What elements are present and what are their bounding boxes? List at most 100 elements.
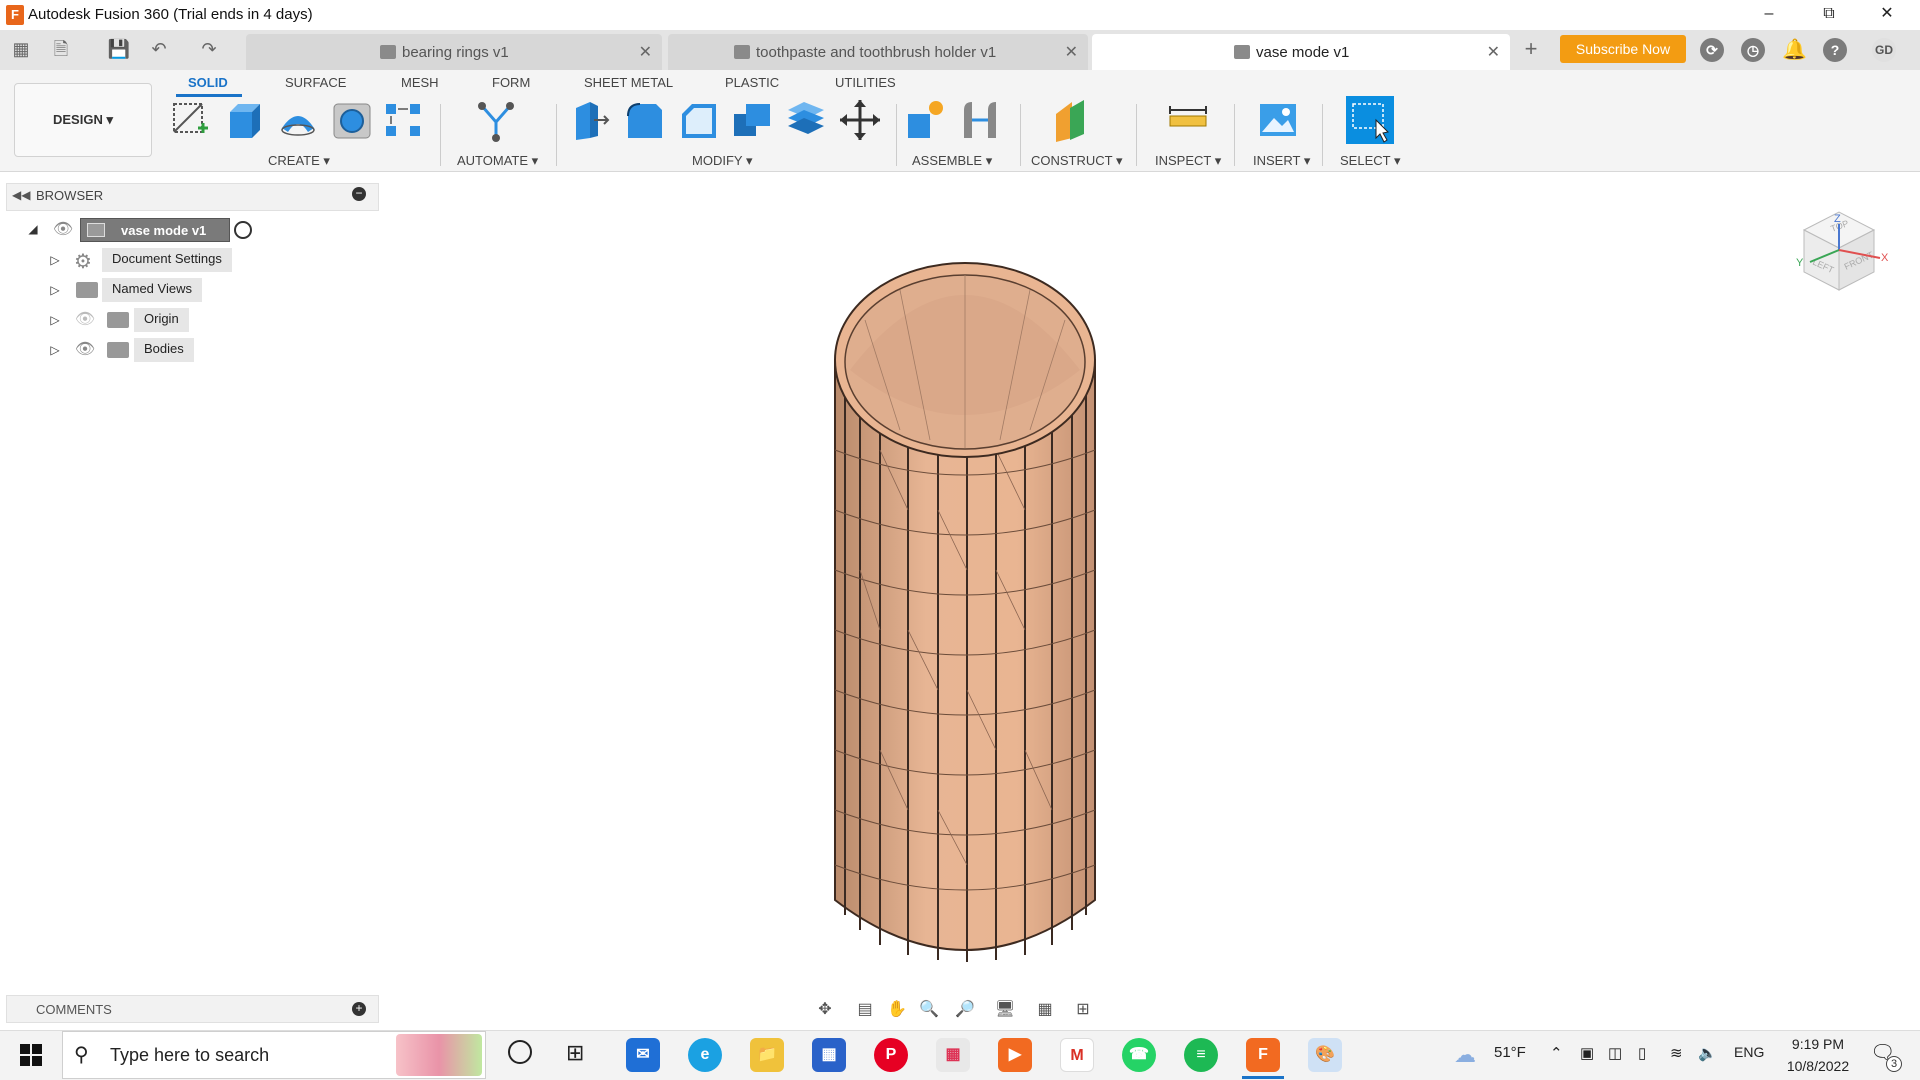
tab-bearing-rings[interactable]: bearing rings v1 ✕: [246, 34, 662, 70]
assemble-menu[interactable]: ASSEMBLE ▾: [912, 153, 992, 169]
tab-sheet-metal[interactable]: SHEET METAL: [584, 75, 673, 90]
fusion360-taskbar-icon[interactable]: F: [1246, 1038, 1280, 1072]
tab-vase-mode[interactable]: vase mode v1 ✕: [1092, 34, 1510, 70]
zoom-icon[interactable]: 🔍: [914, 995, 944, 1025]
spotify-icon[interactable]: ≡: [1184, 1038, 1218, 1072]
clock-time[interactable]: 9:19 PM: [1780, 1036, 1856, 1052]
fit-window-icon[interactable]: 🔎: [950, 995, 980, 1025]
fillet-icon[interactable]: [622, 98, 666, 142]
press-pull-icon[interactable]: [568, 98, 612, 142]
task-view-icon[interactable]: ⊞: [566, 1040, 584, 1066]
show-hidden-icons-chevron[interactable]: ⌃: [1550, 1044, 1563, 1062]
move-copy-icon[interactable]: [838, 98, 882, 142]
pinterest-icon[interactable]: P: [874, 1038, 908, 1072]
viewports-icon[interactable]: ⊞: [1068, 995, 1098, 1025]
create-sketch-icon[interactable]: [168, 98, 212, 142]
data-panel-grid-icon[interactable]: ▦: [8, 37, 34, 61]
tab-surface[interactable]: SURFACE: [285, 75, 346, 90]
expand-icon[interactable]: ▷: [48, 253, 62, 267]
insert-menu[interactable]: INSERT ▾: [1253, 153, 1310, 169]
modify-menu[interactable]: MODIFY ▾: [692, 153, 752, 169]
chamfer-icon[interactable]: [676, 98, 720, 142]
tree-root-item[interactable]: vase mode v1: [80, 218, 230, 242]
expand-icon[interactable]: ▷: [48, 313, 62, 327]
tab-plastic[interactable]: PLASTIC: [725, 75, 779, 90]
undo-icon[interactable]: ↶: [146, 37, 172, 61]
tab-toothpaste-holder[interactable]: toothpaste and toothbrush holder v1 ✕: [668, 34, 1088, 70]
tab-form[interactable]: FORM: [492, 75, 530, 90]
mail-icon[interactable]: ✉: [626, 1038, 660, 1072]
job-status-icon[interactable]: ◷: [1741, 38, 1765, 62]
tree-item-named-views[interactable]: Named Views: [102, 278, 202, 302]
meet-now-icon[interactable]: ▣: [1580, 1044, 1594, 1062]
workspace-switcher-button[interactable]: DESIGN ▾: [14, 83, 152, 157]
add-comment-icon[interactable]: +: [352, 1002, 366, 1016]
tab-solid[interactable]: SOLID: [188, 75, 228, 90]
close-tab-icon[interactable]: ✕: [1487, 42, 1500, 62]
select-icon[interactable]: [1346, 96, 1394, 144]
select-menu[interactable]: SELECT ▾: [1340, 153, 1400, 169]
revolve-icon[interactable]: [276, 98, 320, 142]
volume-icon[interactable]: 🔈: [1698, 1044, 1717, 1062]
subscribe-button[interactable]: Subscribe Now: [1560, 35, 1686, 63]
expand-root-icon[interactable]: ◢: [26, 222, 40, 236]
battery-icon[interactable]: ▯: [1638, 1044, 1646, 1062]
hole-icon[interactable]: [330, 98, 374, 142]
hidden-eye-icon[interactable]: 👁: [74, 309, 96, 331]
close-tab-icon[interactable]: ✕: [1065, 42, 1078, 62]
combine-icon[interactable]: [730, 98, 774, 142]
tree-item-bodies[interactable]: Bodies: [134, 338, 194, 362]
tree-item-origin[interactable]: Origin: [134, 308, 189, 332]
collapse-panel-icon[interactable]: ◀◀: [12, 188, 30, 202]
tab-mesh[interactable]: MESH: [401, 75, 439, 90]
new-tab-plus-icon[interactable]: +: [1518, 37, 1544, 61]
presentation-app-icon[interactable]: ▶: [998, 1038, 1032, 1072]
security-icon[interactable]: ◫: [1608, 1044, 1622, 1062]
file-menu-icon[interactable]: 🗎: [48, 37, 74, 61]
tree-item-document-settings[interactable]: Document Settings: [102, 248, 232, 272]
pattern-icon[interactable]: [382, 98, 426, 142]
measure-icon[interactable]: [1166, 98, 1210, 142]
expand-icon[interactable]: ▷: [48, 343, 62, 357]
close-tab-icon[interactable]: ✕: [639, 42, 652, 62]
activate-component-radio[interactable]: [234, 221, 252, 239]
minimize-icon[interactable]: –: [1740, 0, 1798, 30]
automate-menu[interactable]: AUTOMATE ▾: [457, 153, 538, 169]
edge-icon[interactable]: e: [688, 1038, 722, 1072]
expand-icon[interactable]: ▷: [48, 283, 62, 297]
visibility-eye-icon[interactable]: 👁: [52, 219, 74, 241]
display-settings-icon[interactable]: 🖥: [990, 995, 1020, 1025]
split-body-icon[interactable]: [784, 98, 828, 142]
tab-utilities[interactable]: UTILITIES: [835, 75, 896, 90]
whatsapp-icon[interactable]: ☎: [1122, 1038, 1156, 1072]
look-at-icon[interactable]: ▤: [850, 995, 880, 1025]
extrude-icon[interactable]: [222, 98, 266, 142]
weather-temperature[interactable]: 51°F: [1494, 1044, 1526, 1061]
paint-app-icon[interactable]: 🎨: [1308, 1038, 1342, 1072]
automate-icon[interactable]: [474, 98, 518, 142]
cortana-icon[interactable]: [508, 1040, 532, 1064]
new-component-icon[interactable]: [904, 98, 948, 142]
clock-date[interactable]: 10/8/2022: [1780, 1058, 1856, 1074]
gmail-icon[interactable]: M: [1060, 1038, 1094, 1072]
save-icon[interactable]: 💾: [106, 37, 132, 61]
create-menu[interactable]: CREATE ▾: [268, 153, 330, 169]
wifi-icon[interactable]: ≋: [1670, 1044, 1683, 1062]
joint-icon[interactable]: [958, 98, 1002, 142]
orbit-icon[interactable]: ✥: [810, 995, 840, 1025]
extensions-icon[interactable]: ⟳: [1700, 38, 1724, 62]
collapse-browser-icon[interactable]: −: [352, 187, 366, 201]
viewcube[interactable]: TOP LEFT FRONT Y Z X: [1784, 200, 1894, 310]
calendar-app-icon[interactable]: ▦: [936, 1038, 970, 1072]
windows-start-icon[interactable]: [20, 1044, 42, 1066]
restore-icon[interactable]: ⧉: [1800, 0, 1858, 30]
close-icon[interactable]: ✕: [1858, 0, 1916, 30]
file-explorer-icon[interactable]: 📁: [750, 1038, 784, 1072]
help-icon[interactable]: ?: [1823, 38, 1847, 62]
notification-bell-icon[interactable]: 🔔: [1782, 38, 1807, 62]
grid-settings-icon[interactable]: ▦: [1030, 995, 1060, 1025]
insert-image-icon[interactable]: [1256, 98, 1300, 142]
language-indicator[interactable]: ENG: [1734, 1044, 1764, 1060]
visibility-eye-icon[interactable]: 👁: [74, 339, 96, 361]
user-avatar[interactable]: GD: [1872, 38, 1896, 62]
